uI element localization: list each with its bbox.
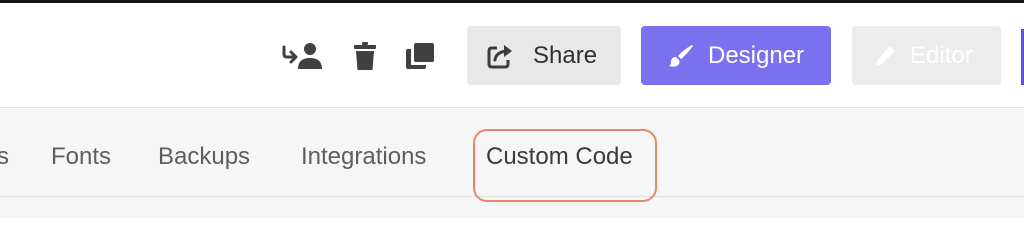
editor-button[interactable]: Editor bbox=[852, 26, 1001, 85]
custom-code-highlight bbox=[473, 129, 657, 202]
editor-label: Editor bbox=[910, 41, 973, 69]
tab-partial[interactable]: s bbox=[0, 142, 9, 172]
share-label: Share bbox=[533, 41, 598, 69]
tab-integrations[interactable]: Integrations bbox=[301, 142, 426, 172]
duplicate-button[interactable] bbox=[405, 40, 435, 72]
person-arrow-icon bbox=[281, 41, 323, 71]
top-toolbar: Share Designer Editor bbox=[0, 3, 1024, 108]
brush-icon bbox=[668, 44, 694, 68]
pencil-icon bbox=[874, 45, 896, 67]
delete-button[interactable] bbox=[352, 40, 378, 72]
designer-button[interactable]: Designer bbox=[641, 26, 831, 85]
tab-backups[interactable]: Backups bbox=[158, 142, 250, 172]
trash-icon bbox=[353, 41, 377, 71]
assign-user-button[interactable] bbox=[281, 40, 323, 72]
tab-fonts[interactable]: Fonts bbox=[51, 142, 111, 172]
copy-icon bbox=[405, 42, 435, 70]
share-icon bbox=[487, 43, 515, 69]
share-button[interactable]: Share bbox=[467, 26, 621, 85]
designer-label: Designer bbox=[708, 41, 805, 69]
